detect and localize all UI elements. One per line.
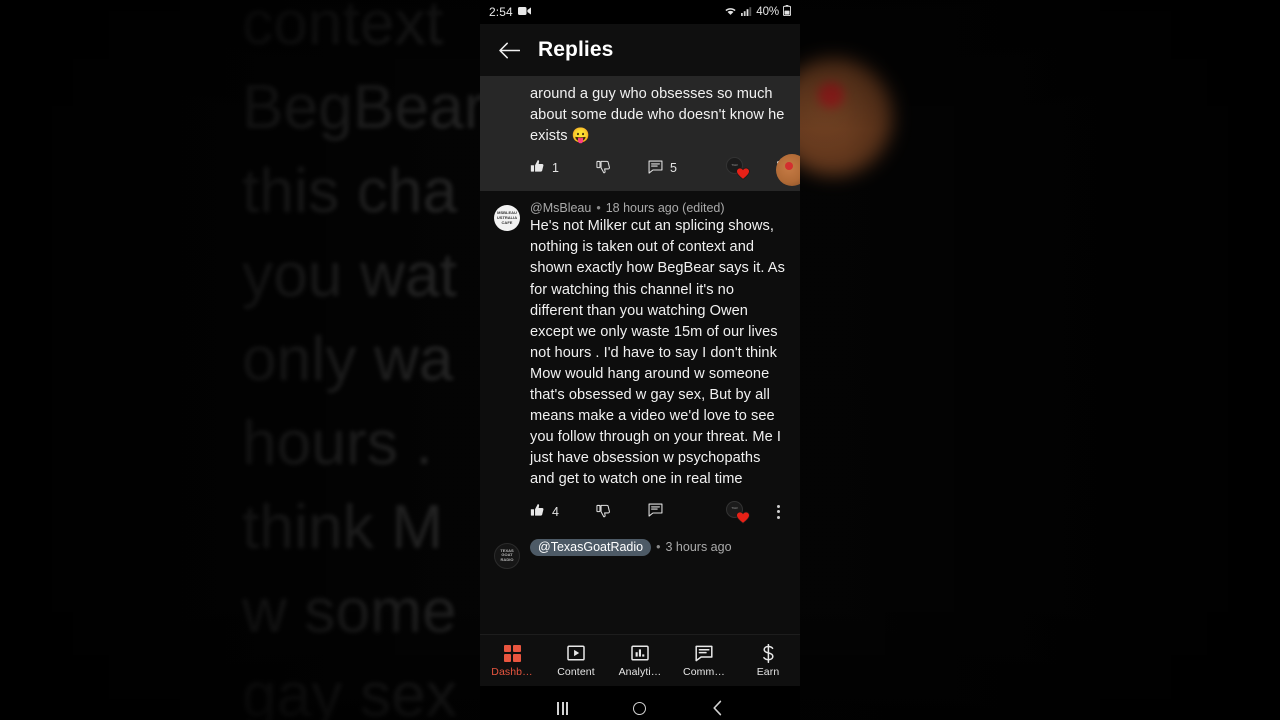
system-back-icon[interactable] [700, 691, 734, 720]
analytics-bars-icon [630, 644, 650, 663]
comment-text: around a guy who obsesses so much about … [530, 86, 785, 145]
nav-label: Comm… [683, 665, 725, 678]
nav-item-dashboard[interactable]: Dashb… [480, 635, 544, 686]
status-clock: 2:54 [489, 5, 513, 19]
comment-author[interactable]: @MsBleau [530, 201, 591, 215]
battery-percent-label: 40% [756, 6, 779, 18]
reply-button[interactable] [648, 503, 670, 520]
nav-label: Analyti… [618, 665, 662, 678]
partial-avatar-badge [785, 162, 793, 170]
system-navigation-bar [480, 686, 800, 720]
nav-label: Content [557, 665, 595, 678]
nav-label: Earn [756, 665, 780, 678]
dislike-button[interactable] [596, 503, 611, 521]
avatar-initials: TEXAS GOAT RADIO [500, 547, 514, 562]
creator-heart-icon[interactable]: TGR [726, 500, 750, 525]
thumbs-down-icon [596, 503, 611, 521]
heart-badge [735, 166, 750, 181]
dislike-button[interactable] [596, 159, 611, 177]
earn-dollar-icon [758, 643, 778, 663]
app-bar: Replies [480, 24, 800, 76]
bottom-navigation: Dashb… Content Analyti… Comm… Earn [480, 634, 800, 686]
content-video-icon [566, 644, 586, 663]
comments-bubble-icon [694, 644, 714, 663]
comment-timestamp: 3 hours ago [665, 540, 732, 554]
meta-separator: • [656, 540, 661, 554]
reply-count: 5 [669, 161, 677, 176]
recents-icon[interactable] [546, 691, 580, 720]
comment-text: He's not Milker cut an splicing shows, n… [530, 218, 785, 488]
video-camera-icon [517, 6, 531, 19]
page-title: Replies [538, 38, 614, 61]
nav-item-earn[interactable]: Earn [736, 635, 800, 686]
battery-icon [782, 5, 792, 19]
wifi-icon [724, 6, 737, 19]
nav-item-content[interactable]: Content [544, 635, 608, 686]
signal-bars-icon [741, 6, 752, 19]
like-button[interactable]: 4 [530, 503, 559, 521]
reply-bubble-icon [648, 160, 663, 177]
reply-bubble-icon [648, 503, 663, 520]
comment-meta: @MsBleau • 18 hours ago (edited) [530, 201, 786, 215]
home-circle-icon[interactable] [623, 691, 657, 720]
comment-author[interactable]: @TexasGoatRadio [530, 538, 652, 556]
creator-heart-icon[interactable]: TGR [726, 157, 750, 181]
status-bar: 2:54 40% [480, 0, 800, 24]
like-count: 1 [552, 161, 559, 176]
comment-timestamp: 18 hours ago (edited) [605, 201, 725, 216]
avatar-initials: MSBLEAU AUSTRALIAN CAFE [497, 210, 517, 225]
dashboard-grid-icon [502, 644, 522, 663]
comment-actions: 1 5 TGR [530, 147, 786, 191]
phone-screen: 2:54 40% Replies around a guy who obsess… [480, 0, 800, 720]
list-item[interactable]: MSBLEAU AUSTRALIAN CAFE @MsBleau • 18 ho… [480, 191, 800, 534]
like-count: 4 [552, 504, 559, 519]
comment-meta: @TexasGoatRadio • 3 hours ago [530, 538, 786, 556]
heart-badge [735, 510, 750, 525]
comment-actions: 4 TGR [530, 491, 786, 535]
replies-list[interactable]: around a guy who obsesses so much about … [480, 76, 800, 634]
list-item[interactable]: TEXAS GOAT RADIO @TexasGoatRadio • 3 hou… [480, 535, 800, 569]
reply-button[interactable]: 5 [648, 160, 677, 177]
avatar-placeholder [494, 76, 520, 147]
avatar[interactable]: TEXAS GOAT RADIO [494, 542, 520, 569]
avatar[interactable]: MSBLEAU AUSTRALIAN CAFE [494, 205, 520, 232]
list-item[interactable]: around a guy who obsesses so much about … [480, 76, 800, 192]
back-arrow-icon[interactable] [492, 33, 526, 67]
partial-avatar [776, 154, 800, 186]
kebab-menu-icon[interactable] [770, 504, 786, 519]
like-button[interactable]: 1 [530, 159, 559, 177]
thumbs-down-icon [596, 159, 611, 177]
thumbs-up-icon [530, 503, 545, 521]
nav-item-analytics[interactable]: Analyti… [608, 635, 672, 686]
thumbs-up-icon [530, 159, 545, 177]
nav-item-comments[interactable]: Comm… [672, 635, 736, 686]
meta-separator: • [596, 201, 601, 216]
nav-label: Dashb… [491, 665, 533, 678]
